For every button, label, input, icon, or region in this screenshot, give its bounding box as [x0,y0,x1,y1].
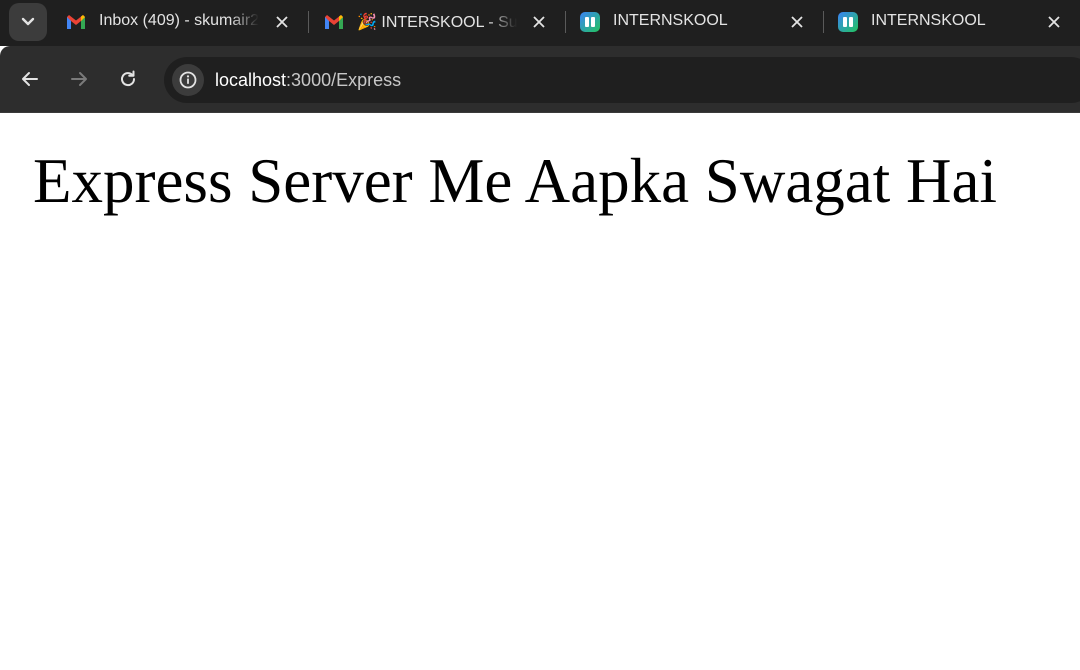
tab-search-button[interactable] [9,3,47,41]
tab-internskool-1[interactable]: INTERNSKOOL [580,4,810,40]
url-text: localhost:3000/Express [215,70,401,91]
close-icon[interactable] [1044,12,1064,32]
tab-separator [565,11,566,33]
url-host: localhost [215,70,287,90]
tab-separator [308,11,309,33]
gmail-icon [67,15,85,29]
page-heading: Express Server Me Aapka Swagat Hai [33,146,997,216]
tab-title: 🎉 INTERSKOOL - Sub [357,14,517,31]
arrow-right-icon [71,72,87,86]
tab-gmail-inbox[interactable]: Inbox (409) - skumair2 [66,4,296,40]
forward-button[interactable] [66,66,92,92]
chevron-down-icon [21,17,35,26]
tab-title: Inbox (409) - skumair2 [99,12,259,29]
reload-icon [121,70,136,87]
back-button[interactable] [17,66,43,92]
tab-title: INTERNSKOOL [613,12,728,29]
page-viewport: Express Server Me Aapka Swagat Hai [0,113,1080,670]
tab-strip: Inbox (409) - skumair2 🎉 INTERSKOOL - Su… [0,0,1080,46]
close-icon[interactable] [272,12,292,32]
info-icon [179,71,197,89]
tab-internskool-2[interactable]: INTERNSKOOL [838,4,1070,40]
internskool-icon [838,12,858,32]
arrow-left-icon [22,72,38,86]
address-bar[interactable]: localhost:3000/Express [164,57,1080,103]
tab-interskool-mail[interactable]: 🎉 INTERSKOOL - Sub [324,4,554,40]
url-path: :3000/Express [286,70,402,90]
browser-toolbar: localhost:3000/Express [0,46,1080,112]
close-icon[interactable] [529,12,549,32]
close-icon[interactable] [787,12,807,32]
internskool-icon [580,12,600,32]
gmail-icon [325,15,343,29]
site-info-button[interactable] [172,64,204,96]
reload-button[interactable] [115,66,141,92]
tab-separator [823,11,824,33]
tab-title: INTERNSKOOL [871,12,986,29]
